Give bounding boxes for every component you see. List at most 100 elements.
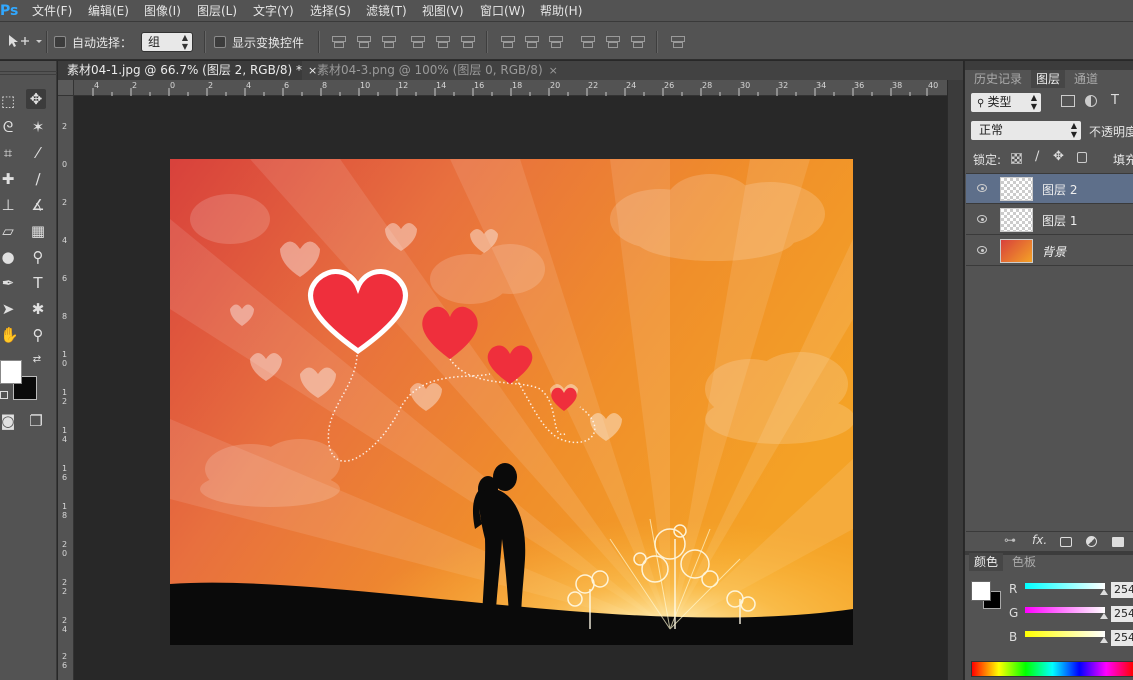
eye-icon[interactable] <box>977 215 987 223</box>
tab-document-1[interactable]: 素材04-1.jpg @ 66.7% (图层 2, RGB/8) * × <box>58 61 317 80</box>
auto-select-dropdown[interactable]: 组 ▲ ▼ <box>141 32 193 52</box>
lock-paint-icon[interactable]: ∕ <box>1035 149 1039 164</box>
default-colors-icon[interactable] <box>0 391 8 399</box>
menu-edit[interactable]: 编辑(E) <box>88 0 129 22</box>
pen-tool-icon[interactable]: ✒ <box>0 273 16 293</box>
layer-row-background[interactable]: 背景 <box>966 236 1133 266</box>
red-label: R <box>1009 582 1018 596</box>
lasso-tool-icon[interactable]: ᘓ <box>0 117 16 137</box>
brush-tool-icon[interactable]: ∕ <box>28 169 48 189</box>
shape-tool-icon[interactable]: ✱ <box>28 299 48 319</box>
fx-icon[interactable]: fx. <box>1032 533 1047 547</box>
updown-icon: ▲ ▼ <box>181 33 188 51</box>
eye-icon[interactable] <box>977 184 987 192</box>
ruler-label: 0 <box>62 160 68 169</box>
link-icon[interactable]: ⊶ <box>1004 533 1016 547</box>
auto-align-icon[interactable] <box>670 35 685 48</box>
distribute-hcenter-icon[interactable] <box>605 35 620 48</box>
screen-mode-icon[interactable]: ❐ <box>26 411 46 431</box>
type-tool-icon[interactable]: T <box>28 273 48 293</box>
canvas-artwork[interactable] <box>170 159 853 645</box>
tab-swatches[interactable]: 色板 <box>1007 553 1041 571</box>
green-value-input[interactable]: 254 <box>1111 606 1133 622</box>
color-spectrum-bar[interactable] <box>971 661 1133 677</box>
lock-all-icon[interactable] <box>1077 152 1087 163</box>
align-top-icon[interactable] <box>331 35 346 48</box>
menu-filter[interactable]: 滤镜(T) <box>366 0 407 22</box>
tab-history[interactable]: 历史记录 <box>969 70 1027 88</box>
adjustment-icon[interactable] <box>1086 536 1097 547</box>
slider-thumb-icon[interactable] <box>1100 613 1108 619</box>
stamp-tool-icon[interactable]: ⊥ <box>0 195 16 215</box>
blue-slider[interactable] <box>1025 631 1105 637</box>
slider-thumb-icon[interactable] <box>1100 637 1108 643</box>
align-vcenter-icon[interactable] <box>356 35 371 48</box>
move-tool-icon[interactable]: ✥ <box>26 89 46 109</box>
menu-select[interactable]: 选择(S) <box>310 0 351 22</box>
image-filter-icon[interactable] <box>1061 95 1075 107</box>
blur-tool-icon[interactable]: ● <box>0 247 16 267</box>
ruler-label: 18 <box>62 502 68 520</box>
close-icon[interactable]: × <box>549 64 558 77</box>
zoom-tool-icon[interactable]: ⚲ <box>28 325 48 345</box>
gradient-tool-icon[interactable]: ▦ <box>28 221 48 241</box>
menu-layer[interactable]: 图层(L) <box>197 0 237 22</box>
lock-transparent-icon[interactable] <box>1011 153 1022 164</box>
menu-image[interactable]: 图像(I) <box>144 0 181 22</box>
menu-help[interactable]: 帮助(H) <box>540 0 582 22</box>
tool-preset-picker[interactable] <box>6 33 42 49</box>
eyedropper-icon[interactable]: ⁄ <box>28 143 48 163</box>
layer-row-layer1[interactable]: 图层 1 <box>966 205 1133 235</box>
folder-icon[interactable] <box>1112 537 1124 547</box>
distribute-top-icon[interactable] <box>500 35 515 48</box>
tab-channels[interactable]: 通道 <box>1069 70 1103 88</box>
layer-thumbnail <box>1000 177 1033 201</box>
ruler-origin[interactable] <box>58 80 74 96</box>
distribute-right-icon[interactable] <box>630 35 645 48</box>
lock-position-icon[interactable]: ✥ <box>1053 149 1064 164</box>
blend-mode-dropdown[interactable]: 正常 ▲ ▼ <box>971 121 1081 140</box>
layer-row-layer2[interactable]: 图层 2 <box>966 174 1133 204</box>
canvas-scrollbar[interactable] <box>947 80 963 680</box>
menu-window[interactable]: 窗口(W) <box>480 0 525 22</box>
auto-select-checkbox[interactable] <box>54 36 66 48</box>
align-right-icon[interactable] <box>460 35 475 48</box>
red-slider[interactable] <box>1025 583 1105 589</box>
crop-tool-icon[interactable]: ⌗ <box>0 143 16 163</box>
tab-layers[interactable]: 图层 <box>1031 70 1066 88</box>
align-bottom-icon[interactable] <box>381 35 396 48</box>
tab-document-2[interactable]: 素材04-3.png @ 100% (图层 0, RGB/8) × <box>308 61 558 80</box>
adjust-filter-icon[interactable] <box>1085 95 1097 107</box>
green-slider[interactable] <box>1025 607 1105 613</box>
hand-tool-icon[interactable]: ✋ <box>0 325 16 345</box>
magic-wand-icon[interactable]: ✶ <box>28 117 48 137</box>
slider-thumb-icon[interactable] <box>1100 589 1108 595</box>
distribute-left-icon[interactable] <box>580 35 595 48</box>
updown-icon: ▲ ▼ <box>1070 121 1077 139</box>
eye-icon[interactable] <box>977 246 987 254</box>
healing-brush-icon[interactable]: ✚ <box>0 169 16 189</box>
show-transform-checkbox[interactable] <box>214 36 226 48</box>
quick-mask-icon[interactable]: ◙ <box>0 411 16 431</box>
distribute-bottom-icon[interactable] <box>548 35 563 48</box>
history-brush-icon[interactable]: ∡ <box>28 195 48 215</box>
path-select-icon[interactable]: ➤ <box>0 299 16 319</box>
eraser-tool-icon[interactable]: ▱ <box>0 221 16 241</box>
mask-icon[interactable] <box>1060 537 1072 547</box>
menu-view[interactable]: 视图(V) <box>422 0 464 22</box>
foreground-color-swatch[interactable] <box>971 581 991 601</box>
align-left-icon[interactable] <box>410 35 425 48</box>
text-filter-icon[interactable]: T <box>1111 93 1119 108</box>
layer-filter-dropdown[interactable]: ⚲ 类型 ▲ ▼ <box>971 93 1041 112</box>
blue-value-input[interactable]: 254 <box>1111 630 1133 646</box>
dodge-tool-icon[interactable]: ⚲ <box>28 247 48 267</box>
menu-file[interactable]: 文件(F) <box>32 0 72 22</box>
red-value-input[interactable]: 254 <box>1111 582 1133 598</box>
tab-color[interactable]: 颜色 <box>969 553 1004 571</box>
marquee-tool-icon[interactable]: ⬚ <box>0 91 16 111</box>
swap-colors-icon[interactable]: ⇄ <box>30 353 44 367</box>
distribute-vcenter-icon[interactable] <box>524 35 539 48</box>
menu-type[interactable]: 文字(Y) <box>253 0 294 22</box>
foreground-color-swatch[interactable] <box>0 360 22 384</box>
align-hcenter-icon[interactable] <box>435 35 450 48</box>
